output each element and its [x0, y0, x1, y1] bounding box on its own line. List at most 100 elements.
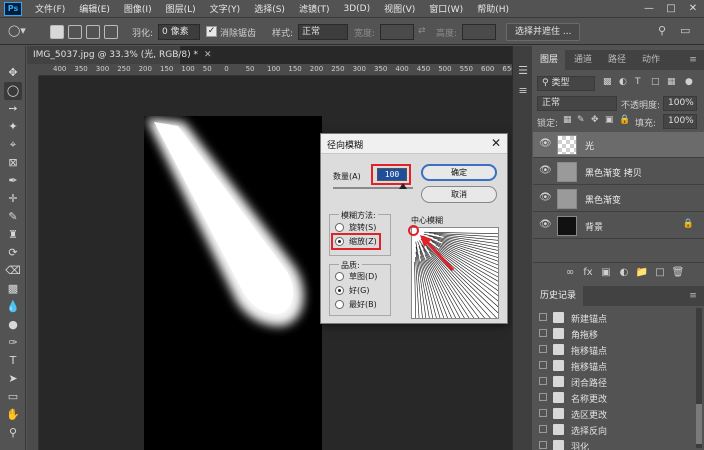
close-tab-icon[interactable]: ✕: [204, 50, 212, 60]
filter-type-icon[interactable]: T: [635, 77, 641, 87]
lock-all-icon[interactable]: 🔒: [619, 115, 630, 125]
lock-image-icon[interactable]: ✎: [577, 115, 585, 125]
image-canvas[interactable]: [144, 116, 322, 450]
hand-tool-icon[interactable]: ✋: [4, 406, 22, 424]
crop-tool-icon[interactable]: ⌖: [4, 136, 22, 154]
amount-slider-thumb[interactable]: [399, 183, 407, 189]
menu-type[interactable]: 文字(Y): [203, 2, 248, 15]
opacity-input[interactable]: 100%: [663, 96, 697, 111]
ellipse-marquee-icon[interactable]: ◯▾: [8, 24, 26, 37]
menu-select[interactable]: 选择(S): [247, 2, 292, 15]
spin-radio[interactable]: [335, 223, 344, 232]
draft-radio[interactable]: [335, 272, 344, 281]
filter-adjustment-icon[interactable]: ◐: [619, 77, 627, 87]
history-source-checkbox[interactable]: [539, 393, 547, 401]
link-layers-icon[interactable]: ∞: [563, 266, 577, 280]
layer-row[interactable]: 👁 黑色渐变: [533, 186, 704, 212]
history-item[interactable]: 拖移锚点: [533, 342, 693, 357]
swap-icon[interactable]: ⇄: [418, 26, 426, 36]
history-scrollbar-thumb[interactable]: [696, 404, 702, 444]
history-item[interactable]: 角拖移: [533, 326, 693, 341]
brush-tool-icon[interactable]: ✎: [4, 208, 22, 226]
filter-pixel-icon[interactable]: ▩: [603, 77, 612, 87]
history-source-checkbox[interactable]: [539, 313, 547, 321]
cancel-button[interactable]: 取消: [421, 186, 497, 203]
history-scrollbar[interactable]: [696, 308, 702, 448]
tab-paths[interactable]: 路径: [601, 50, 633, 70]
dialog-titlebar[interactable]: 径向模糊 ✕: [321, 134, 507, 154]
add-mask-icon[interactable]: ▣: [599, 266, 613, 280]
lock-transparent-icon[interactable]: ▦: [563, 115, 572, 125]
style-select[interactable]: 正常: [298, 24, 348, 40]
workspace-icon[interactable]: ▭: [680, 24, 690, 37]
properties-panel-icon[interactable]: ≡: [516, 84, 530, 98]
visibility-eye-icon[interactable]: 👁: [539, 165, 552, 176]
adjustment-layer-icon[interactable]: ◐: [617, 266, 631, 280]
layer-row[interactable]: 👁 黑色渐变 拷贝: [533, 159, 704, 185]
history-source-checkbox[interactable]: [539, 377, 547, 385]
dialog-close-icon[interactable]: ✕: [491, 136, 501, 150]
zoom-radio[interactable]: [335, 237, 344, 246]
menu-image[interactable]: 图像(I): [117, 2, 159, 15]
history-item[interactable]: 拖移锚点: [533, 358, 693, 373]
close-icon[interactable]: ✕: [682, 0, 704, 18]
history-brush-tool-icon[interactable]: ⟳: [4, 244, 22, 262]
history-source-checkbox[interactable]: [539, 409, 547, 417]
layer-style-icon[interactable]: fx: [581, 266, 595, 280]
maximize-icon[interactable]: □: [660, 0, 682, 18]
menu-edit[interactable]: 编辑(E): [72, 2, 117, 15]
layer-row[interactable]: 👁 光: [533, 132, 704, 158]
history-source-checkbox[interactable]: [539, 361, 547, 369]
visibility-eye-icon[interactable]: 👁: [539, 219, 552, 230]
width-input[interactable]: [380, 24, 414, 40]
history-source-checkbox[interactable]: [539, 345, 547, 353]
healing-brush-tool-icon[interactable]: ✛: [4, 190, 22, 208]
new-selection-icon[interactable]: [50, 25, 64, 39]
eraser-tool-icon[interactable]: ⌫: [4, 262, 22, 280]
quick-select-tool-icon[interactable]: ✦: [4, 118, 22, 136]
new-group-icon[interactable]: 📁: [635, 266, 649, 280]
best-radio[interactable]: [335, 300, 344, 309]
antialias-checkbox[interactable]: ✓: [206, 26, 217, 37]
lasso-tool-icon[interactable]: ➙: [4, 100, 22, 118]
new-layer-icon[interactable]: □: [653, 266, 667, 280]
clone-stamp-tool-icon[interactable]: ♜: [4, 226, 22, 244]
layer-kind-filter[interactable]: ⚲ 类型: [537, 76, 595, 91]
menu-filter[interactable]: 滤镜(T): [292, 2, 337, 15]
panel-menu-icon[interactable]: ≡: [685, 50, 701, 70]
history-item[interactable]: 选择反向: [533, 422, 693, 437]
add-selection-icon[interactable]: [68, 25, 82, 39]
move-tool-icon[interactable]: ✥: [4, 64, 22, 82]
visibility-eye-icon[interactable]: 👁: [539, 192, 552, 203]
minimize-icon[interactable]: —: [638, 0, 660, 18]
tab-channels[interactable]: 通道: [567, 50, 599, 70]
tab-layers[interactable]: 图层: [533, 50, 565, 70]
menu-window[interactable]: 窗口(W): [422, 2, 470, 15]
filter-smart-object-icon[interactable]: ▦: [667, 77, 676, 87]
search-icon[interactable]: ⚲: [658, 24, 666, 37]
history-item[interactable]: 闭合路径: [533, 374, 693, 389]
lock-position-icon[interactable]: ✥: [591, 115, 599, 125]
menu-file[interactable]: 文件(F): [28, 2, 72, 15]
menu-help[interactable]: 帮助(H): [470, 2, 516, 15]
layer-row[interactable]: 👁 背景 🔒: [533, 213, 704, 239]
ok-button[interactable]: 确定: [421, 164, 497, 181]
history-source-checkbox[interactable]: [539, 441, 547, 449]
shape-tool-icon[interactable]: ▭: [4, 388, 22, 406]
filter-shape-icon[interactable]: □: [651, 77, 660, 87]
visibility-eye-icon[interactable]: 👁: [539, 138, 552, 149]
subtract-selection-icon[interactable]: [86, 25, 100, 39]
menu-view[interactable]: 视图(V): [377, 2, 422, 15]
history-item[interactable]: 新建锚点: [533, 310, 693, 325]
fill-input[interactable]: 100%: [663, 114, 697, 129]
zoom-tool-icon[interactable]: ⚲: [4, 424, 22, 442]
amount-input[interactable]: 100: [377, 168, 407, 181]
height-input[interactable]: [462, 24, 496, 40]
intersect-selection-icon[interactable]: [104, 25, 118, 39]
good-radio[interactable]: [335, 286, 344, 295]
blend-mode-select[interactable]: 正常: [537, 96, 617, 111]
type-tool-icon[interactable]: T: [4, 352, 22, 370]
eyedropper-tool-icon[interactable]: ✒: [4, 172, 22, 190]
history-source-checkbox[interactable]: [539, 425, 547, 433]
menu-3d[interactable]: 3D(D): [336, 4, 377, 14]
